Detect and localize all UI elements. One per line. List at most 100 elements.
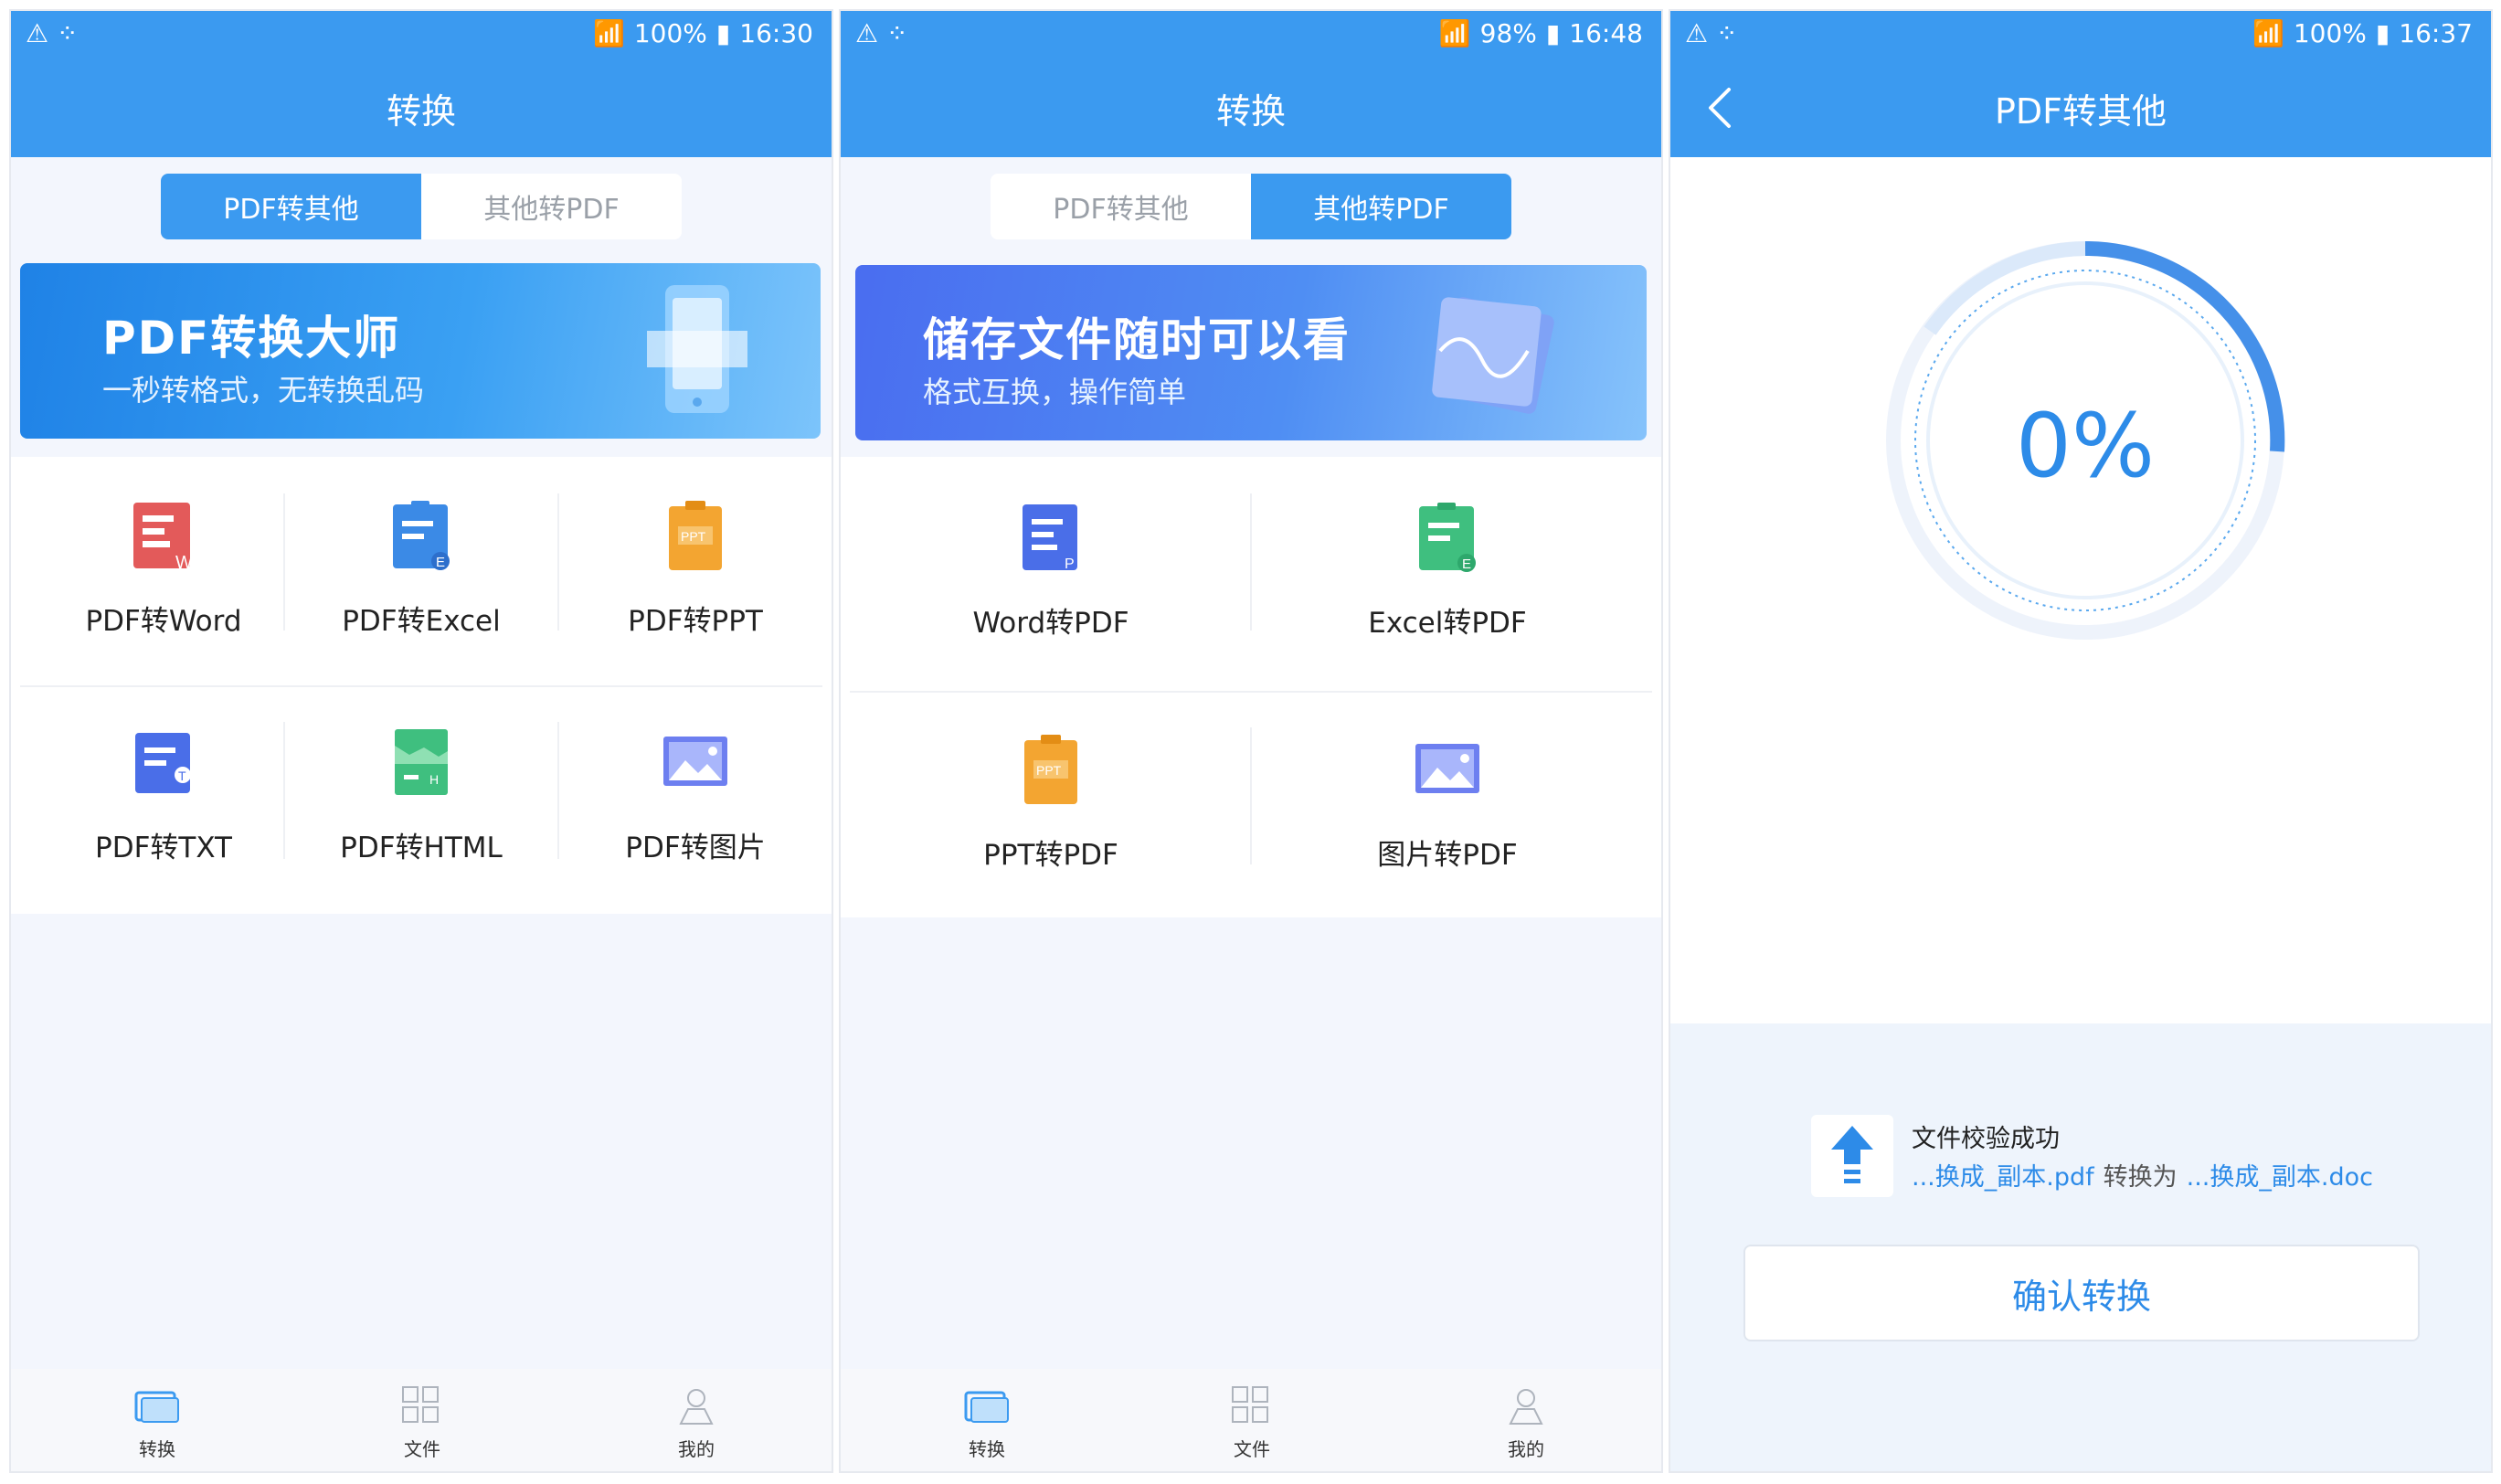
tool-label: Excel转PDF	[1368, 607, 1527, 640]
status-bar: ⚠ ⁘ 📶 98% ▮ 16:48	[841, 11, 1661, 58]
svg-text:PPT: PPT	[1036, 763, 1062, 778]
tool-pdf-to-html[interactable]: H PDF转HTML	[316, 727, 526, 865]
signal-icon: 📶	[592, 18, 625, 48]
banner-subtitle: 一秒转格式，无转换乱码	[102, 373, 425, 408]
tab-label: 文件	[404, 1438, 440, 1460]
svg-text:E: E	[436, 555, 445, 570]
tab-other-to-pdf[interactable]: 其他转PDF	[421, 174, 682, 239]
ppt-doc-icon: PPT	[1024, 735, 1077, 804]
tool-pdf-to-image[interactable]: PDF转图片	[590, 727, 800, 865]
page-title: 转换	[386, 90, 456, 132]
status-time: 16:37	[2399, 18, 2473, 48]
word-doc-icon: P	[1023, 504, 1077, 572]
profile-tab-icon	[1509, 1389, 1543, 1425]
page-title: 转换	[1215, 90, 1286, 132]
excel-doc-icon: E	[1419, 503, 1476, 572]
tool-pdf-to-excel[interactable]: E PDF转Excel	[316, 501, 526, 639]
battery-percent: 100%	[2293, 18, 2367, 48]
tab-pdf-to-other[interactable]: PDF转其他	[161, 174, 421, 239]
convert-tab-icon	[134, 1391, 179, 1423]
tool-pdf-to-ppt[interactable]: PPT PDF转PPT	[590, 501, 800, 639]
tool-image-to-pdf[interactable]: 图片转PDF	[1338, 735, 1557, 873]
screen-pdf-to-other: ⚠ ⁘ 📶 100% ▮ 16:30 转换 PDF转其他 其他转PDF PDF转…	[11, 11, 832, 1471]
files-tab-icon	[1232, 1386, 1268, 1423]
files-tab-icon	[402, 1386, 439, 1423]
tab-files[interactable]: 文件	[367, 1385, 477, 1461]
tool-label: PDF转图片	[625, 832, 766, 864]
status-bar: ⚠ ⁘ 📶 100% ▮ 16:30	[11, 11, 832, 58]
tab-mine[interactable]: 我的	[641, 1385, 751, 1461]
tab-label: 我的	[678, 1438, 715, 1460]
nav-bar: 转换	[841, 58, 1661, 157]
svg-text:W: W	[175, 553, 193, 573]
tab-mine[interactable]: 我的	[1471, 1385, 1581, 1461]
tool-label: PPT转PDF	[983, 839, 1118, 872]
tab-convert[interactable]: 转换	[102, 1385, 212, 1461]
tool-word-to-pdf[interactable]: P Word转PDF	[941, 503, 1160, 641]
upload-arrow-icon	[1831, 1126, 1873, 1183]
promo-banner[interactable]: 储存文件随时可以看 格式互换，操作简单	[855, 265, 1647, 440]
tool-grid: W PDF转Word E PDF转Excel PPT PDF转PPT T PDF…	[11, 457, 832, 914]
battery-percent: 98%	[1479, 18, 1537, 48]
tool-pdf-to-txt[interactable]: T PDF转TXT	[58, 727, 269, 865]
tool-label: PDF转TXT	[95, 832, 232, 864]
segment-control: PDF转其他 其他转PDF	[161, 174, 682, 239]
tab-label: 我的	[1508, 1438, 1544, 1460]
svg-text:E: E	[1462, 556, 1471, 572]
profile-tab-icon	[679, 1389, 714, 1425]
page-title: PDF转其他	[1994, 90, 2167, 132]
nav-bar: PDF转其他	[1670, 58, 2491, 157]
convert-tab-icon	[964, 1391, 1009, 1423]
tab-files[interactable]: 文件	[1197, 1385, 1307, 1461]
tool-label: Word转PDF	[972, 607, 1129, 640]
ppt-doc-icon: PPT	[669, 501, 722, 570]
tool-label: PDF转Word	[85, 605, 242, 638]
progress-percent: 0%	[2015, 395, 2156, 497]
html-doc-icon: H	[395, 729, 448, 795]
signal-icon: 📶	[1438, 18, 1471, 48]
battery-icon: ▮	[715, 18, 731, 48]
nav-bar: 转换	[11, 58, 832, 157]
back-arrow-icon[interactable]	[1698, 84, 1745, 132]
file-status: 文件校验成功	[1912, 1125, 2060, 1153]
banner-title: 储存文件随时可以看	[923, 313, 1351, 366]
tab-label: 文件	[1234, 1438, 1270, 1460]
promo-banner[interactable]: PDF转换大师 一秒转格式，无转换乱码	[20, 263, 821, 439]
tool-label: PDF转PPT	[628, 605, 763, 638]
battery-icon: ▮	[1545, 18, 1561, 48]
banner-subtitle: 格式互换，操作简单	[923, 375, 1187, 409]
svg-text:T: T	[178, 768, 186, 783]
signal-icon: 📶	[2252, 18, 2284, 48]
screen-converting: ⚠ ⁘ 📶 100% ▮ 16:37 PDF转其他 0% 文件校验成功 ...换	[1670, 11, 2491, 1471]
tab-label: 转换	[969, 1438, 1005, 1460]
status-time: 16:30	[739, 18, 813, 48]
tab-label: 转换	[139, 1438, 175, 1460]
battery-percent: 100%	[633, 18, 707, 48]
svg-text:P: P	[1065, 556, 1075, 572]
tool-excel-to-pdf[interactable]: E Excel转PDF	[1338, 503, 1557, 641]
tool-pdf-to-word[interactable]: W PDF转Word	[58, 501, 269, 639]
image-icon	[1415, 744, 1479, 793]
tool-ppt-to-pdf[interactable]: PPT PPT转PDF	[941, 735, 1160, 873]
tool-label: PDF转Excel	[342, 605, 501, 638]
tab-other-to-pdf[interactable]: 其他转PDF	[1251, 174, 1511, 239]
svg-text:H: H	[429, 772, 439, 787]
word-doc-icon: W	[133, 503, 193, 573]
tool-label: 图片转PDF	[1377, 839, 1518, 872]
tab-pdf-to-other[interactable]: PDF转其他	[991, 174, 1251, 239]
status-time: 16:48	[1569, 18, 1643, 48]
phone-illustration-icon	[647, 285, 747, 413]
notification-icons: ⚠ ⁘	[26, 18, 79, 48]
txt-doc-icon: T	[135, 733, 191, 793]
confirm-convert-button[interactable]: 确认转换	[1743, 1245, 2420, 1341]
status-bar: ⚠ ⁘ 📶 100% ▮ 16:37	[1670, 11, 2491, 58]
files-illustration-icon	[1432, 297, 1554, 414]
tool-grid: P Word转PDF E Excel转PDF PPT PPT转PDF 图片转PD…	[841, 457, 1661, 917]
image-icon	[663, 737, 727, 786]
segment-control: PDF转其他 其他转PDF	[991, 174, 1511, 239]
excel-doc-icon: E	[393, 501, 450, 570]
bottom-tab-bar: 转换 文件 我的	[11, 1369, 832, 1471]
notification-icons: ⚠ ⁘	[1685, 18, 1738, 48]
tab-convert[interactable]: 转换	[932, 1385, 1042, 1461]
notification-icons: ⚠ ⁘	[855, 18, 908, 48]
